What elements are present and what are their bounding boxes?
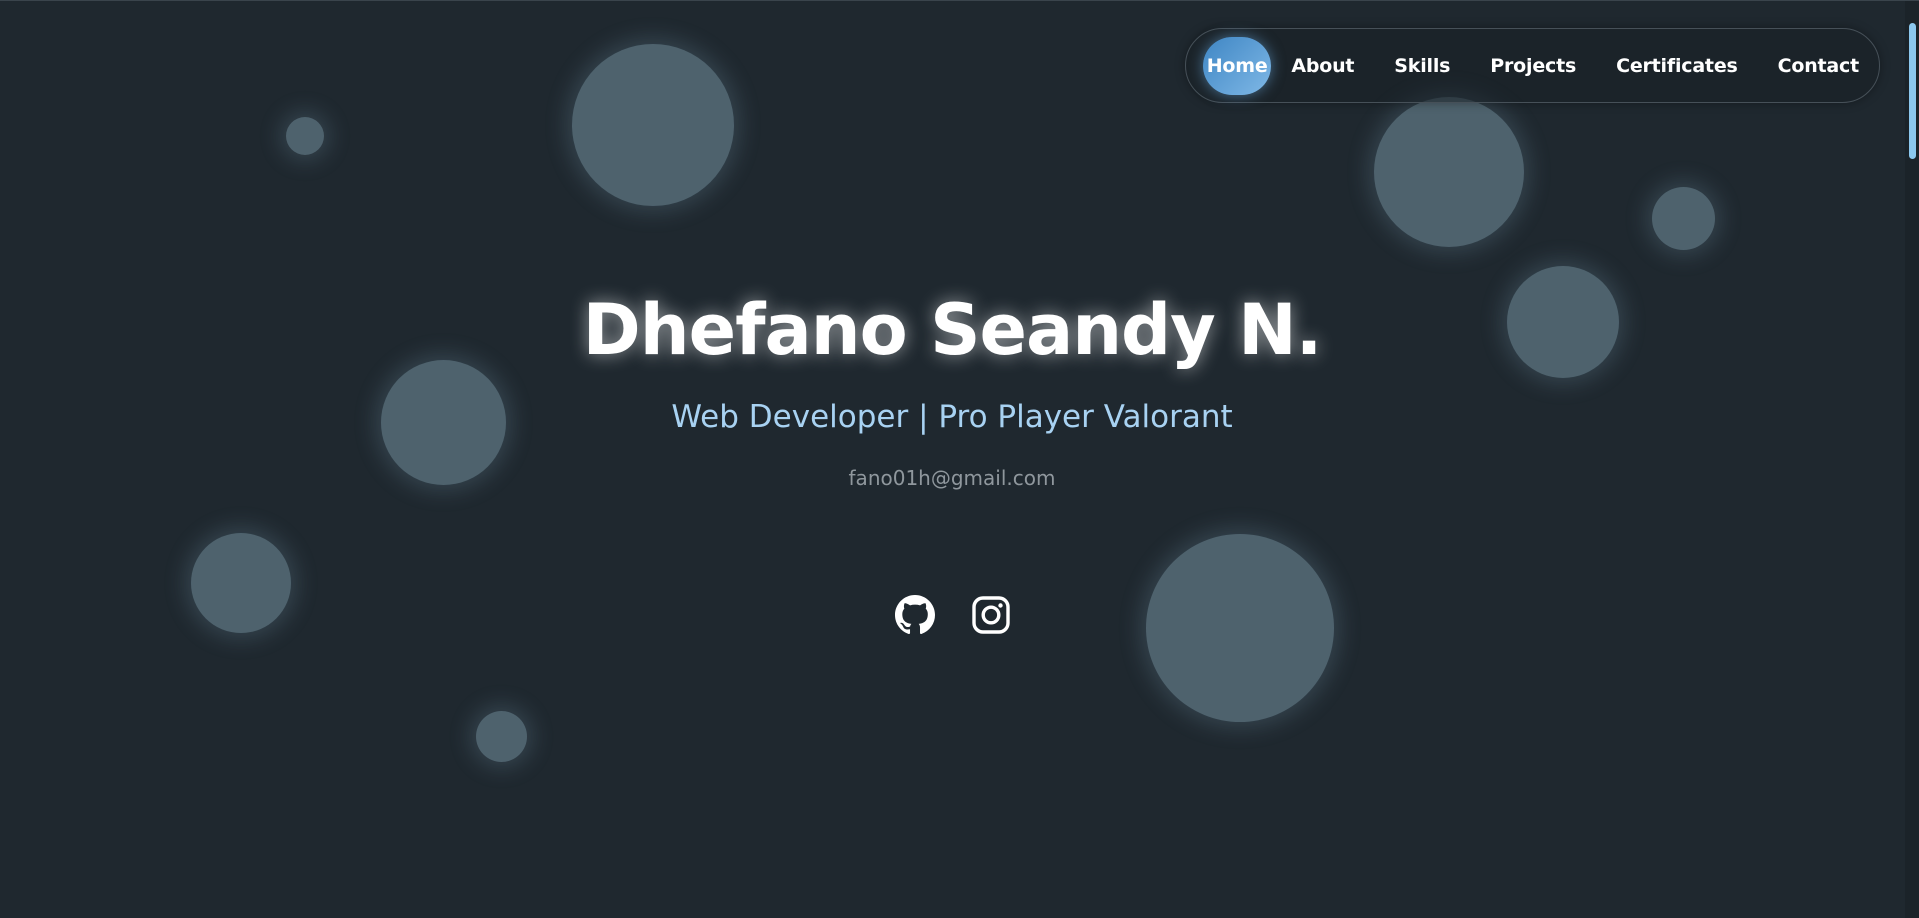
scrollbar-thumb[interactable] (1909, 23, 1916, 159)
background-bubble (476, 711, 527, 762)
background-bubble (572, 44, 734, 206)
hero-name: Dhefano Seandy N. (582, 289, 1323, 371)
hero-email: fano01h@gmail.com (848, 466, 1056, 490)
hero-role: Web Developer | Pro Player Valorant (671, 399, 1233, 435)
social-links (895, 595, 1011, 635)
nav-item-certificates[interactable]: Certificates (1596, 37, 1758, 95)
background-bubble (286, 117, 324, 155)
nav-item-skills[interactable]: Skills (1374, 37, 1470, 95)
background-bubble (1146, 534, 1334, 722)
nav-item-contact[interactable]: Contact (1758, 37, 1879, 95)
background-bubble (1652, 187, 1715, 250)
scrollbar[interactable] (1905, 1, 1919, 918)
nav-item-home[interactable]: Home (1203, 36, 1272, 95)
nav-item-projects[interactable]: Projects (1470, 37, 1596, 95)
instagram-icon[interactable] (971, 595, 1011, 635)
github-icon[interactable] (895, 595, 935, 635)
background-bubble (1374, 97, 1524, 247)
main-nav: Home About Skills Projects Certificates … (1185, 28, 1880, 103)
page: Home About Skills Projects Certificates … (0, 0, 1919, 918)
background-bubble (191, 533, 291, 633)
nav-item-about[interactable]: About (1271, 37, 1374, 95)
